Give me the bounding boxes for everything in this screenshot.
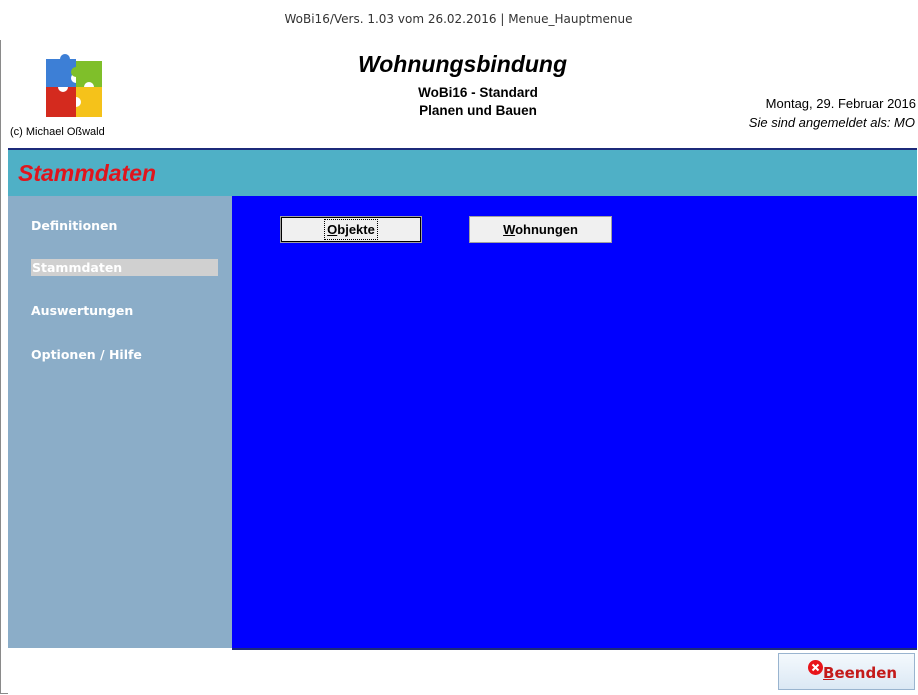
objekte-button-label: bjekte <box>337 222 375 237</box>
app-title: Wohnungsbindung <box>357 51 568 77</box>
copyright-text: (c) Michael Oßwald <box>10 126 105 138</box>
current-date: Montag, 29. Februar 2016 <box>765 96 916 111</box>
wohnungen-button-label: ohnungen <box>515 222 578 237</box>
close-circle-icon <box>808 660 823 675</box>
wohnungen-button-accel: W <box>503 222 516 237</box>
objekte-button[interactable]: Objekte <box>280 216 422 243</box>
objekte-button-accel: O <box>327 222 338 237</box>
sidebar-item-optionen-hilfe[interactable]: Optionen / Hilfe <box>31 347 142 362</box>
window-title: WoBi16/Vers. 1.03 vom 26.02.2016 | Menue… <box>284 12 633 26</box>
beenden-button[interactable]: Beenden <box>778 653 915 690</box>
beenden-button-label: Beenden <box>823 664 898 682</box>
sidebar-nav: Definitionen Stammdaten Auswertungen Opt… <box>8 196 232 648</box>
title-bar: WoBi16/Vers. 1.03 vom 26.02.2016 | Menue… <box>0 0 917 40</box>
login-status: Sie sind angemeldet als: MO <box>748 115 915 130</box>
app-header: (c) Michael Oßwald Wohnungsbindung WoBi1… <box>8 41 917 148</box>
section-title: Stammdaten <box>18 160 157 186</box>
wohnungen-button[interactable]: Wohnungen <box>469 216 612 243</box>
section-bar: Stammdaten <box>8 150 917 196</box>
sidebar-item-definitionen[interactable]: Definitionen <box>31 218 117 233</box>
sidebar-item-auswertungen[interactable]: Auswertungen <box>31 303 133 318</box>
sidebar-item-stammdaten[interactable]: Stammdaten <box>31 259 218 276</box>
main-panel: Objekte Wohnungen <box>232 196 917 648</box>
